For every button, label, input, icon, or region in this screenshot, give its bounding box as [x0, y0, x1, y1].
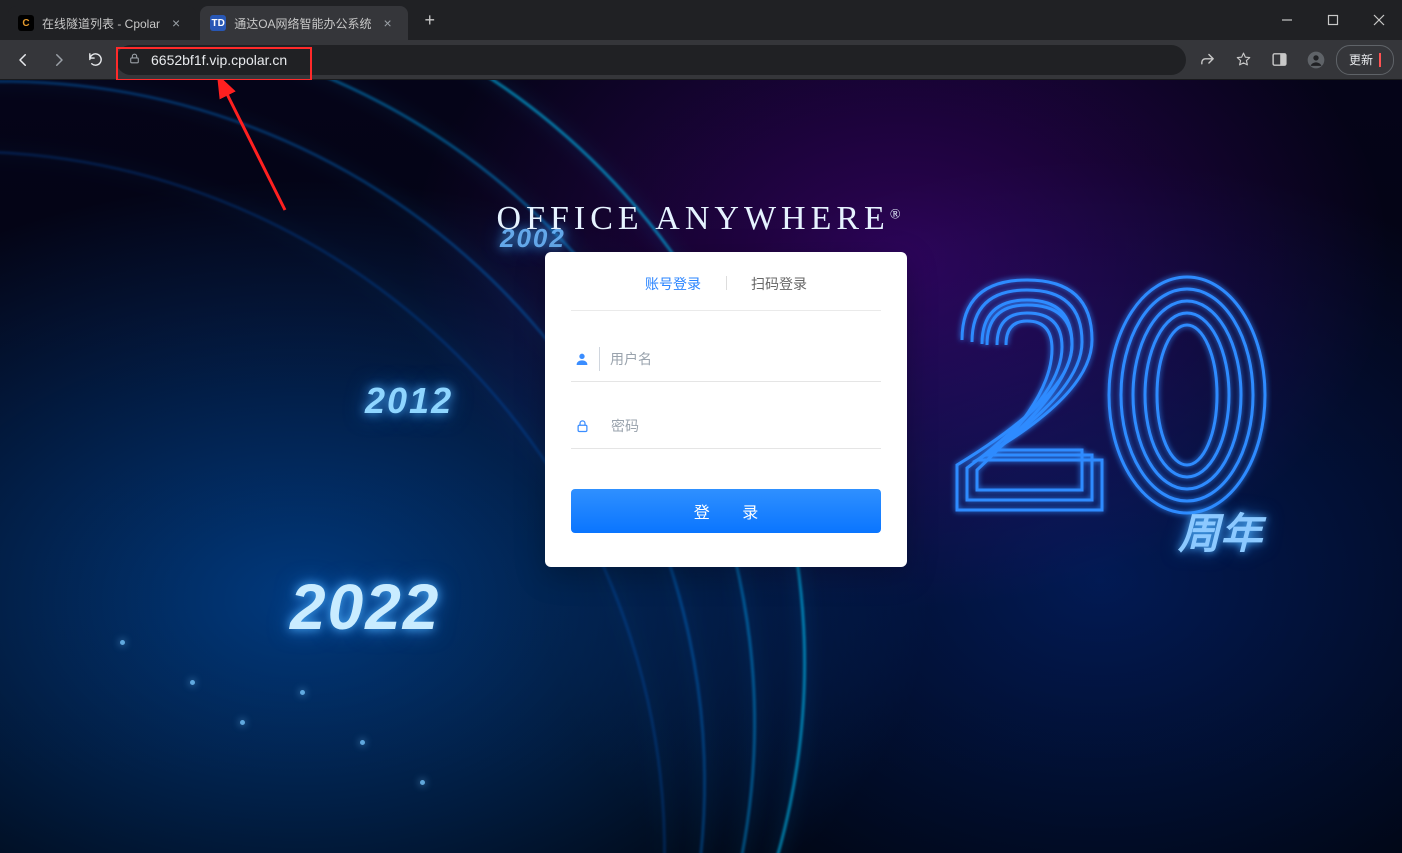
particle: [300, 690, 305, 695]
page-content: 2002 2012 2022 OFFICE ANYWHERE® 账号登录 扫码登…: [0, 80, 1402, 853]
window-controls: [1264, 0, 1402, 40]
password-field-row: [571, 404, 881, 449]
new-tab-button[interactable]: +: [416, 6, 444, 34]
reload-button[interactable]: [80, 45, 110, 75]
particle: [240, 720, 245, 725]
panel-icon[interactable]: [1264, 44, 1296, 76]
window-titlebar: C 在线隧道列表 - Cpolar × TD 通达OA网络智能办公系统 × +: [0, 0, 1402, 40]
profile-icon[interactable]: [1300, 44, 1332, 76]
update-indicator-icon: [1379, 53, 1381, 67]
share-icon[interactable]: [1192, 44, 1224, 76]
bookmark-icon[interactable]: [1228, 44, 1260, 76]
tab-title: 通达OA网络智能办公系统: [234, 15, 371, 32]
particle: [360, 740, 365, 745]
login-tabs: 账号登录 扫码登录: [571, 274, 881, 311]
lock-icon: [571, 419, 593, 434]
forward-button[interactable]: [44, 45, 74, 75]
username-input[interactable]: [599, 347, 881, 371]
particle: [420, 780, 425, 785]
brand-title: OFFICE ANYWHERE®: [0, 200, 1402, 238]
tab-cpolar[interactable]: C 在线隧道列表 - Cpolar ×: [8, 6, 196, 40]
update-label: 更新: [1349, 51, 1373, 68]
login-card: 账号登录 扫码登录 登 录: [545, 252, 907, 567]
browser-tabs: C 在线隧道列表 - Cpolar × TD 通达OA网络智能办公系统 × +: [0, 0, 1264, 40]
back-button[interactable]: [8, 45, 38, 75]
favicon-oa: TD: [210, 15, 226, 31]
address-bar[interactable]: 6652bf1f.vip.cpolar.cn: [116, 45, 1186, 75]
particle: [190, 680, 195, 685]
year-label-2022: 2022: [290, 570, 440, 644]
maximize-button[interactable]: [1310, 0, 1356, 40]
username-field-row: [571, 337, 881, 382]
particle: [120, 640, 125, 645]
update-button[interactable]: 更新: [1336, 45, 1394, 75]
close-icon[interactable]: ×: [380, 15, 396, 31]
address-text: 6652bf1f.vip.cpolar.cn: [151, 52, 287, 68]
minimize-button[interactable]: [1264, 0, 1310, 40]
user-icon: [571, 351, 593, 367]
password-input[interactable]: [605, 414, 881, 438]
lock-icon: [128, 52, 141, 68]
tab-account-login[interactable]: 账号登录: [645, 274, 701, 294]
login-form: 登 录: [571, 337, 881, 533]
tab-scan-login[interactable]: 扫码登录: [751, 274, 807, 294]
tab-tongda-oa[interactable]: TD 通达OA网络智能办公系统 ×: [200, 6, 408, 40]
browser-toolbar: 6652bf1f.vip.cpolar.cn 更新: [0, 40, 1402, 80]
close-icon[interactable]: ×: [168, 15, 184, 31]
tab-title: 在线隧道列表 - Cpolar: [42, 15, 160, 32]
year-label-2012: 2012: [365, 380, 453, 422]
favicon-cpolar: C: [18, 15, 34, 31]
login-button[interactable]: 登 录: [571, 489, 881, 533]
close-button[interactable]: [1356, 0, 1402, 40]
anniversary-label: 周年: [1178, 500, 1262, 561]
